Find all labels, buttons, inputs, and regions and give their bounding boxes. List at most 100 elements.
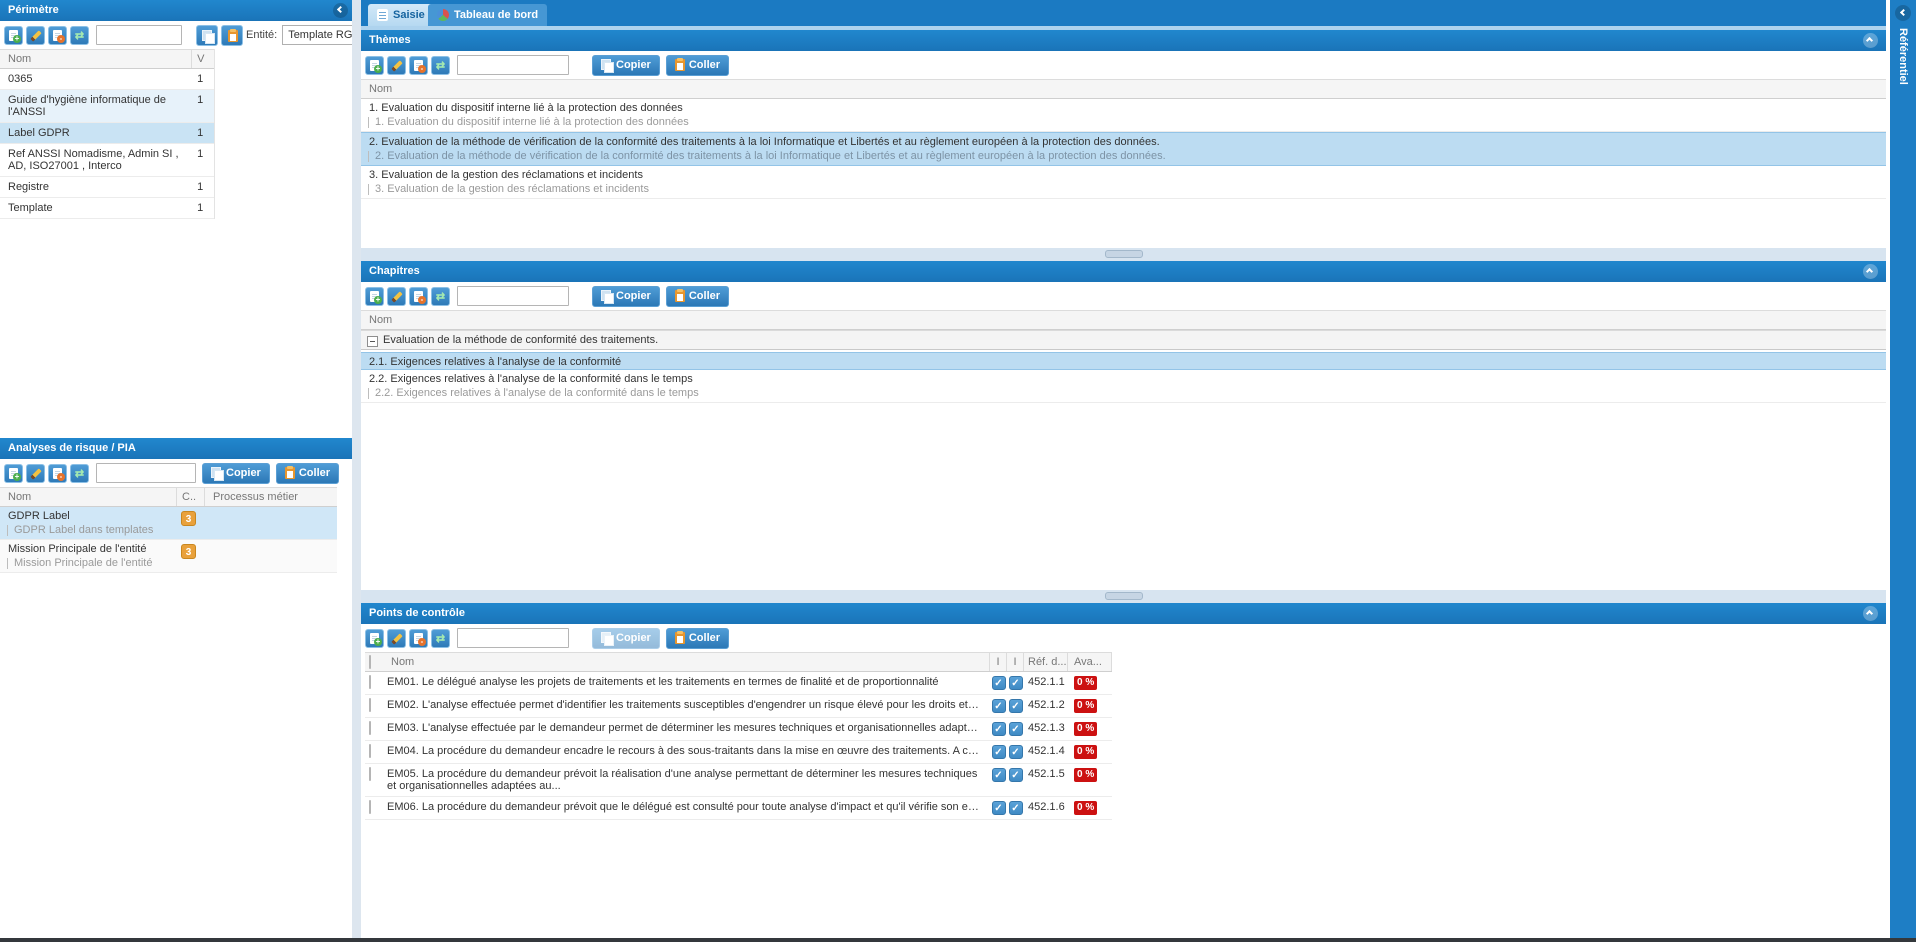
table-row[interactable]: 3. Evaluation de la gestion des réclamat… [361,166,1886,199]
checked-checkbox-icon[interactable]: ✓ [1009,801,1023,815]
column-header-ava[interactable]: Ava... [1068,653,1112,671]
checked-checkbox-icon[interactable]: ✓ [1009,676,1023,690]
coller-button[interactable]: Coller [276,463,339,484]
coller-button[interactable]: Coller [666,286,729,307]
splitter-grip[interactable] [1105,592,1143,600]
select-all-checkbox[interactable] [369,655,371,669]
collapse-west-button[interactable] [333,3,348,18]
coller-button[interactable]: Coller [666,55,729,76]
table-row[interactable]: 0365 1 [0,69,214,90]
checked-checkbox-icon[interactable]: ✓ [1009,768,1023,782]
row-checkbox[interactable] [369,744,371,758]
checked-checkbox-icon[interactable]: ✓ [992,722,1006,736]
add-button[interactable]: + [365,287,384,306]
themes-filter-input[interactable] [457,55,569,75]
column-header-i2[interactable]: I [1007,653,1024,671]
west-splitter[interactable] [352,0,361,938]
refresh-button[interactable]: ⇄ [431,56,450,75]
expand-referentiel-button[interactable] [1895,5,1911,21]
row-checkbox[interactable] [369,800,371,814]
add-button[interactable]: + [365,629,384,648]
row-checkbox[interactable] [369,698,371,712]
table-row[interactable]: Ref ANSSI Nomadisme, Admin SI , AD, ISO2… [0,144,214,177]
copier-button[interactable]: Copier [592,286,660,307]
edit-button[interactable] [26,26,45,45]
table-row[interactable]: EM02. L'analyse effectuée permet d'ident… [365,695,1112,718]
table-row-selected[interactable]: Label GDPR 1 [0,123,214,144]
table-row[interactable]: 2.2. Exigences relatives à l'analyse de … [361,370,1886,403]
add-button[interactable]: + [365,56,384,75]
column-header-processus[interactable]: Processus métier [205,488,337,506]
checked-checkbox-icon[interactable]: ✓ [1009,722,1023,736]
delete-button[interactable]: - [48,464,67,483]
delete-button[interactable]: - [409,56,428,75]
refresh-button[interactable]: ⇄ [70,464,89,483]
collapse-chapitres-button[interactable] [1863,264,1878,279]
column-header-ref[interactable]: Réf. d... [1024,653,1068,671]
copier-button[interactable]: Copier [592,55,660,76]
add-button[interactable]: + [4,464,23,483]
collapse-themes-button[interactable] [1863,33,1878,48]
points-filter-input[interactable] [457,628,569,648]
table-row-selected[interactable]: 2. Evaluation de la méthode de vérificat… [361,132,1886,166]
column-header-i1[interactable]: I [990,653,1007,671]
table-row[interactable]: EM03. L'analyse effectuée par le demande… [365,718,1112,741]
refresh-button[interactable]: ⇄ [70,26,89,45]
row-checkbox[interactable] [369,767,371,781]
table-row[interactable]: EM05. La procédure du demandeur prévoit … [365,764,1112,797]
tab-saisie[interactable]: Saisie [368,4,434,26]
coller-button[interactable]: Coller [666,628,729,649]
table-row[interactable]: Template 1 [0,198,214,219]
paste-icon-button[interactable] [221,25,243,46]
splitter-grip[interactable] [1105,250,1143,258]
column-header-c[interactable]: C.. [177,488,205,506]
refresh-button[interactable]: ⇄ [431,287,450,306]
checked-checkbox-icon[interactable]: ✓ [992,801,1006,815]
edit-button[interactable] [387,56,406,75]
table-row[interactable]: EM01. Le délégué analyse les projets de … [365,672,1112,695]
checked-checkbox-icon[interactable]: ✓ [1009,699,1023,713]
checked-checkbox-icon[interactable]: ✓ [992,676,1006,690]
checked-checkbox-icon[interactable]: ✓ [1009,745,1023,759]
tab-tableau-de-bord[interactable]: Tableau de bord [428,4,547,26]
column-header-nom[interactable]: Nom [0,50,192,68]
group-row[interactable]: Evaluation de la méthode de conformité d… [361,330,1886,350]
edit-button[interactable] [387,629,406,648]
table-row-selected[interactable]: GDPR Label GDPR Label dans templates 3 [0,507,337,540]
copier-button[interactable]: Copier [202,463,270,484]
copy-icon-button[interactable] [196,25,218,46]
row-checkbox[interactable] [369,675,371,689]
table-row[interactable]: Registre 1 [0,177,214,198]
horizontal-splitter[interactable] [361,590,1886,603]
collapse-group-icon[interactable] [367,336,378,347]
edit-button[interactable] [26,464,45,483]
table-row[interactable]: EM06. La procédure du demandeur prévoit … [365,797,1112,820]
column-header-nom[interactable]: Nom [361,80,1886,98]
analyses-filter-input[interactable] [96,463,196,483]
perimetre-filter-input[interactable] [96,25,182,45]
table-row[interactable]: EM04. La procédure du demandeur encadre … [365,741,1112,764]
refresh-button[interactable]: ⇄ [431,629,450,648]
column-header-v[interactable]: V [192,50,214,68]
checked-checkbox-icon[interactable]: ✓ [992,745,1006,759]
delete-button[interactable]: - [409,629,428,648]
edit-button[interactable] [387,287,406,306]
column-header-nom[interactable]: Nom [387,653,990,671]
east-collapsed-panel[interactable]: Référentiel [1890,0,1916,938]
row-checkbox[interactable] [369,721,371,735]
column-header-nom[interactable]: Nom [361,311,1886,329]
column-header-nom[interactable]: Nom [0,488,177,506]
collapse-points-button[interactable] [1863,606,1878,621]
table-row[interactable]: Mission Principale de l'entité Mission P… [0,540,337,573]
checked-checkbox-icon[interactable]: ✓ [992,699,1006,713]
delete-button[interactable]: - [48,26,67,45]
chapitres-filter-input[interactable] [457,286,569,306]
table-row-selected[interactable]: 2.1. Exigences relatives à l'analyse de … [361,352,1886,370]
delete-button[interactable]: - [409,287,428,306]
copier-button-disabled[interactable]: Copier [592,628,660,649]
table-row[interactable]: 1. Evaluation du dispositif interne lié … [361,99,1886,132]
table-row[interactable]: Guide d'hygiène informatique de l'ANSSI … [0,90,214,123]
checked-checkbox-icon[interactable]: ✓ [992,768,1006,782]
horizontal-splitter[interactable] [361,248,1886,261]
add-button[interactable]: + [4,26,23,45]
